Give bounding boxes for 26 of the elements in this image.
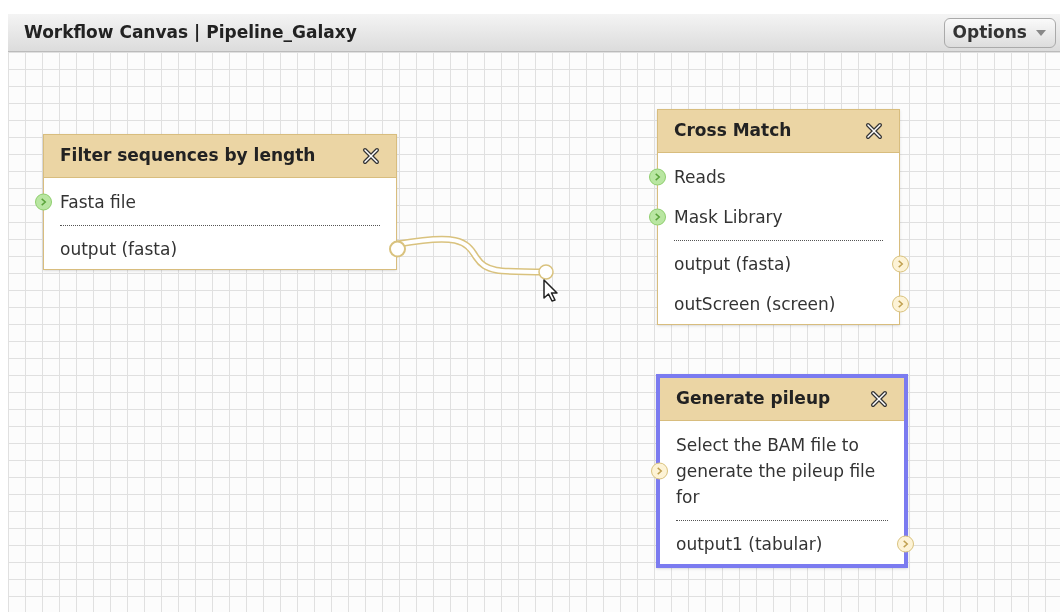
options-button[interactable]: Options: [943, 17, 1056, 48]
input-label: Reads: [674, 166, 727, 189]
input-terminal-icon[interactable]: [649, 168, 666, 186]
output-terminal-icon[interactable]: [389, 240, 406, 258]
input-label: Mask Library: [674, 206, 784, 229]
close-icon[interactable]: [865, 122, 883, 140]
node-title: Filter sequences by length: [60, 144, 316, 168]
close-icon[interactable]: [870, 390, 888, 408]
window-title: Workflow Canvas | Pipeline_Galaxy: [24, 20, 357, 44]
output-label: output (fasta): [674, 253, 793, 276]
output-label: output1 (tabular): [676, 533, 824, 556]
input-terminal-icon[interactable]: [35, 193, 52, 211]
node-title: Generate pileup: [676, 387, 831, 411]
output-label: output (fasta): [60, 238, 179, 261]
mouse-cursor-icon: [543, 279, 559, 303]
close-icon[interactable]: [362, 147, 380, 165]
node-title: Cross Match: [674, 119, 792, 143]
input-terminal-icon[interactable]: [649, 208, 666, 226]
output-terminal-icon[interactable]: [892, 295, 909, 313]
output-terminal-icon[interactable]: [892, 255, 909, 273]
input-label: Fasta file: [60, 191, 137, 214]
input-terminal-icon[interactable]: [651, 462, 668, 480]
input-label: Select the BAM file to generate the pileup file for: [676, 434, 877, 509]
output-terminal-icon[interactable]: [897, 535, 914, 553]
output-label: outScreen (screen): [674, 293, 837, 316]
caret-icon: [1035, 28, 1047, 37]
